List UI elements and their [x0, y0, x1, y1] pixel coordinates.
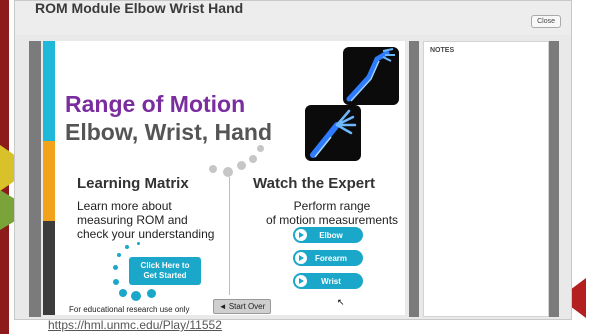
cta-decor-dot: [131, 291, 141, 301]
xray-arm-image: [343, 47, 399, 105]
slide-content: Range of Motion Elbow, Wrist, Hand Learn…: [43, 41, 405, 315]
decor-dot: [257, 145, 264, 152]
stripe-orange: [43, 141, 55, 221]
cta-decor-dot: [119, 289, 127, 297]
column-divider: [229, 177, 230, 295]
window-titlebar: ROM Module Elbow Wrist Hand Close: [15, 0, 571, 35]
play-arrow-icon: [295, 275, 307, 287]
left-scroll-bar: [29, 41, 41, 317]
cta-decor-dot: [113, 265, 118, 270]
module-window: ROM Module Elbow Wrist Hand Close Range …: [14, 0, 572, 320]
wrist-button-label: Wrist: [321, 276, 341, 286]
play-arrow-icon: [295, 252, 307, 264]
get-started-label: Click Here to Get Started: [140, 261, 190, 280]
learning-matrix-heading: Learning Matrix: [77, 175, 189, 192]
stripe-dark: [43, 221, 55, 315]
xray-hand-image: [305, 105, 361, 161]
window-title: ROM Module Elbow Wrist Hand: [35, 0, 244, 16]
cta-decor-dot: [137, 242, 140, 245]
start-over-button[interactable]: ◄ Start Over: [213, 299, 271, 314]
cta-decor-dot: [147, 289, 156, 298]
slide-title-line1: Range of Motion: [65, 91, 246, 117]
watch-expert-text: Perform range of motion measurements: [265, 199, 399, 227]
play-arrow-icon: [295, 229, 307, 241]
close-button[interactable]: Close: [531, 15, 561, 28]
cta-decor-dot: [113, 279, 119, 285]
decor-dot: [209, 165, 217, 173]
right-scroll-bar: [549, 41, 559, 317]
slide-title-line2: Elbow, Wrist, Hand: [65, 119, 273, 145]
stripe-blue: [43, 41, 55, 141]
source-url-link[interactable]: https://hml.unmc.edu/Play/11552: [48, 318, 222, 332]
elbow-button[interactable]: Elbow: [293, 227, 363, 243]
elbow-button-label: Elbow: [319, 230, 343, 240]
cta-decor-dot: [125, 245, 129, 249]
get-started-button[interactable]: Click Here to Get Started: [129, 257, 201, 285]
mouse-cursor-icon: ↖: [337, 297, 345, 307]
research-footnote: For educational research use only: [69, 305, 190, 314]
watch-expert-heading: Watch the Expert: [253, 175, 375, 192]
decor-dot: [223, 167, 233, 177]
cta-decor-dot: [117, 253, 121, 257]
middle-divider-bar: [409, 41, 419, 317]
forearm-button[interactable]: Forearm: [293, 250, 363, 266]
notes-label: NOTES: [430, 47, 455, 54]
wrist-button[interactable]: Wrist: [293, 273, 363, 289]
forearm-button-label: Forearm: [314, 253, 347, 263]
learning-matrix-text: Learn more about measuring ROM and check…: [77, 199, 215, 241]
slide-edge-red-right: [570, 278, 586, 318]
notes-panel[interactable]: NOTES: [423, 41, 549, 317]
decor-dot: [237, 161, 246, 170]
decor-dot: [249, 155, 257, 163]
